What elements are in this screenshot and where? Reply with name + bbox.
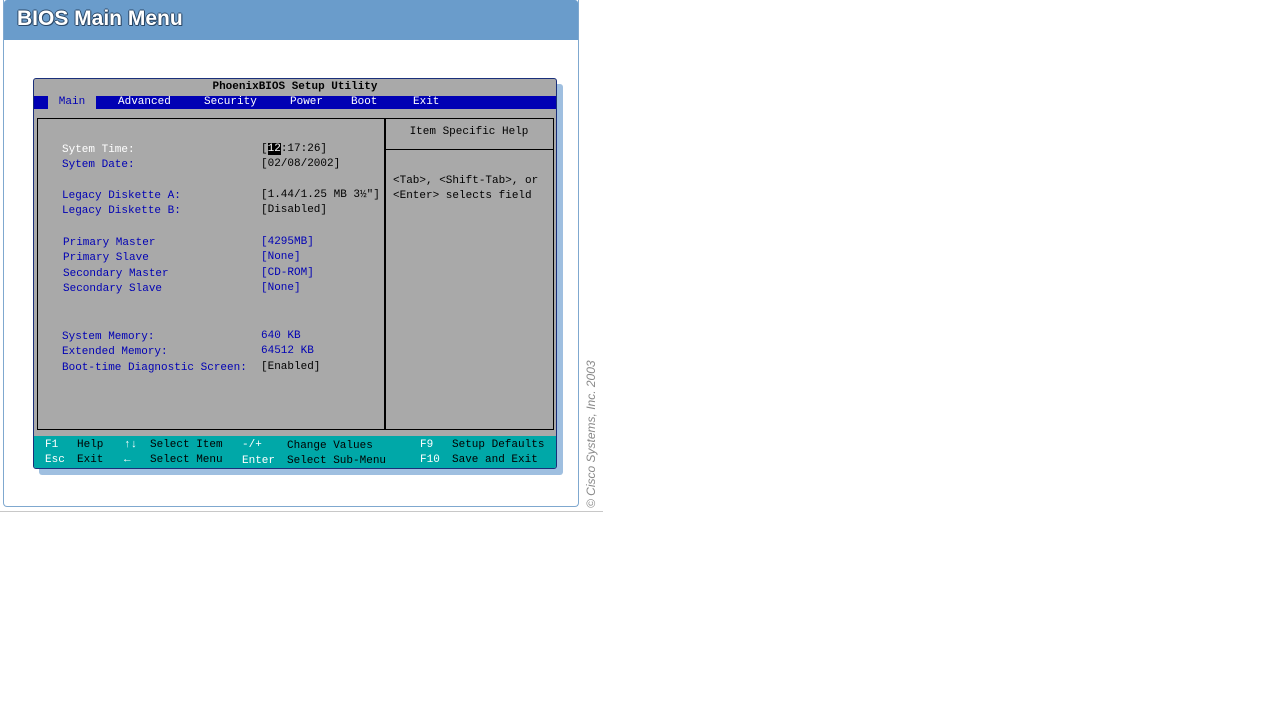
esc-desc: Exit [77,454,104,466]
copyright-notice: © Cisco Systems, Inc. 2003 [584,360,598,508]
updown-desc: Select Item [150,439,223,451]
primary-slave-label[interactable]: Primary Slave [63,252,149,264]
extended-memory-label: Extended Memory: [62,346,168,358]
menu-boot[interactable]: Boot [349,96,379,109]
boot-diagnostic-label[interactable]: Boot-time Diagnostic Screen: [62,362,247,374]
key-legend-bar: F1 Help ↑↓ Select Item -/+ Change Values… [34,436,556,468]
slide-card: BIOS Main Menu PhoenixBIOS Setup Utility… [3,0,579,507]
menu-security[interactable]: Security [202,96,259,109]
settings-panel: Sytem Time: [12:17:26] Sytem Date: [02/0… [37,118,386,430]
extended-memory-value: 64512 KB [261,345,314,357]
system-date-value[interactable]: [02/08/2002] [261,158,340,170]
secondary-slave-value[interactable]: [None] [261,282,301,294]
menu-advanced[interactable]: Advanced [116,96,173,109]
system-memory-label: System Memory: [62,331,155,343]
bottom-divider [0,511,603,512]
secondary-master-value[interactable]: [CD-ROM] [261,267,314,279]
slide-header: BIOS Main Menu [4,0,578,40]
f9-desc: Setup Defaults [452,439,545,451]
primary-slave-value[interactable]: [None] [261,251,301,263]
page-title: BIOS Main Menu [17,7,183,30]
left-desc: Select Menu [150,454,223,466]
diskette-b-label[interactable]: Legacy Diskette B: [62,205,181,217]
f10-key: F10 [420,454,440,466]
boot-diagnostic-value[interactable]: [Enabled] [261,361,320,373]
f1-key: F1 [45,439,59,451]
f9-key: F9 [420,439,434,451]
diskette-a-value[interactable]: [1.44/1.25 MB 3½"] [261,189,380,201]
esc-key: Esc [45,454,65,466]
system-time-rest: :17:26] [280,143,328,155]
system-date-label[interactable]: Sytem Date: [62,159,135,171]
minus-plus-desc: Change Values [287,440,373,452]
enter-key: Enter [242,455,276,467]
left-arrow-icon: ← [124,454,131,466]
help-title: Item Specific Help [409,126,529,138]
bios-menu-bar: Main Advanced Security Power Boot Exit [34,96,556,109]
f1-desc: Help [77,439,104,451]
bios-title: PhoenixBIOS Setup Utility [212,81,378,93]
help-text: <Tab>, <Shift-Tab>, or <Enter> selects f… [393,175,539,202]
secondary-master-label[interactable]: Secondary Master [63,268,169,280]
diskette-a-label[interactable]: Legacy Diskette A: [62,190,181,202]
menu-power[interactable]: Power [288,96,325,109]
help-panel: Item Specific Help <Tab>, <Shift-Tab>, o… [384,118,554,430]
primary-master-label[interactable]: Primary Master [63,237,155,249]
system-time-hour-cursor[interactable]: 12 [267,143,281,155]
help-divider [385,149,553,150]
f10-desc: Save and Exit [452,454,538,466]
menu-exit[interactable]: Exit [411,96,441,109]
minus-plus-key: -/+ [242,439,262,451]
secondary-slave-label[interactable]: Secondary Slave [63,283,162,295]
enter-desc: Select Sub-Menu [287,455,387,467]
system-time-value[interactable]: [12:17:26] [261,143,327,155]
updown-arrows-icon: ↑↓ [124,439,138,451]
bios-window: PhoenixBIOS Setup Utility Main Advanced … [33,78,557,469]
menu-main[interactable]: Main [48,96,96,109]
diskette-b-value[interactable]: [Disabled] [261,204,327,216]
system-time-bracket: [ [261,143,268,155]
system-memory-value: 640 KB [261,330,301,342]
primary-master-value[interactable]: [4295MB] [261,236,314,248]
system-time-label[interactable]: Sytem Time: [62,144,135,156]
